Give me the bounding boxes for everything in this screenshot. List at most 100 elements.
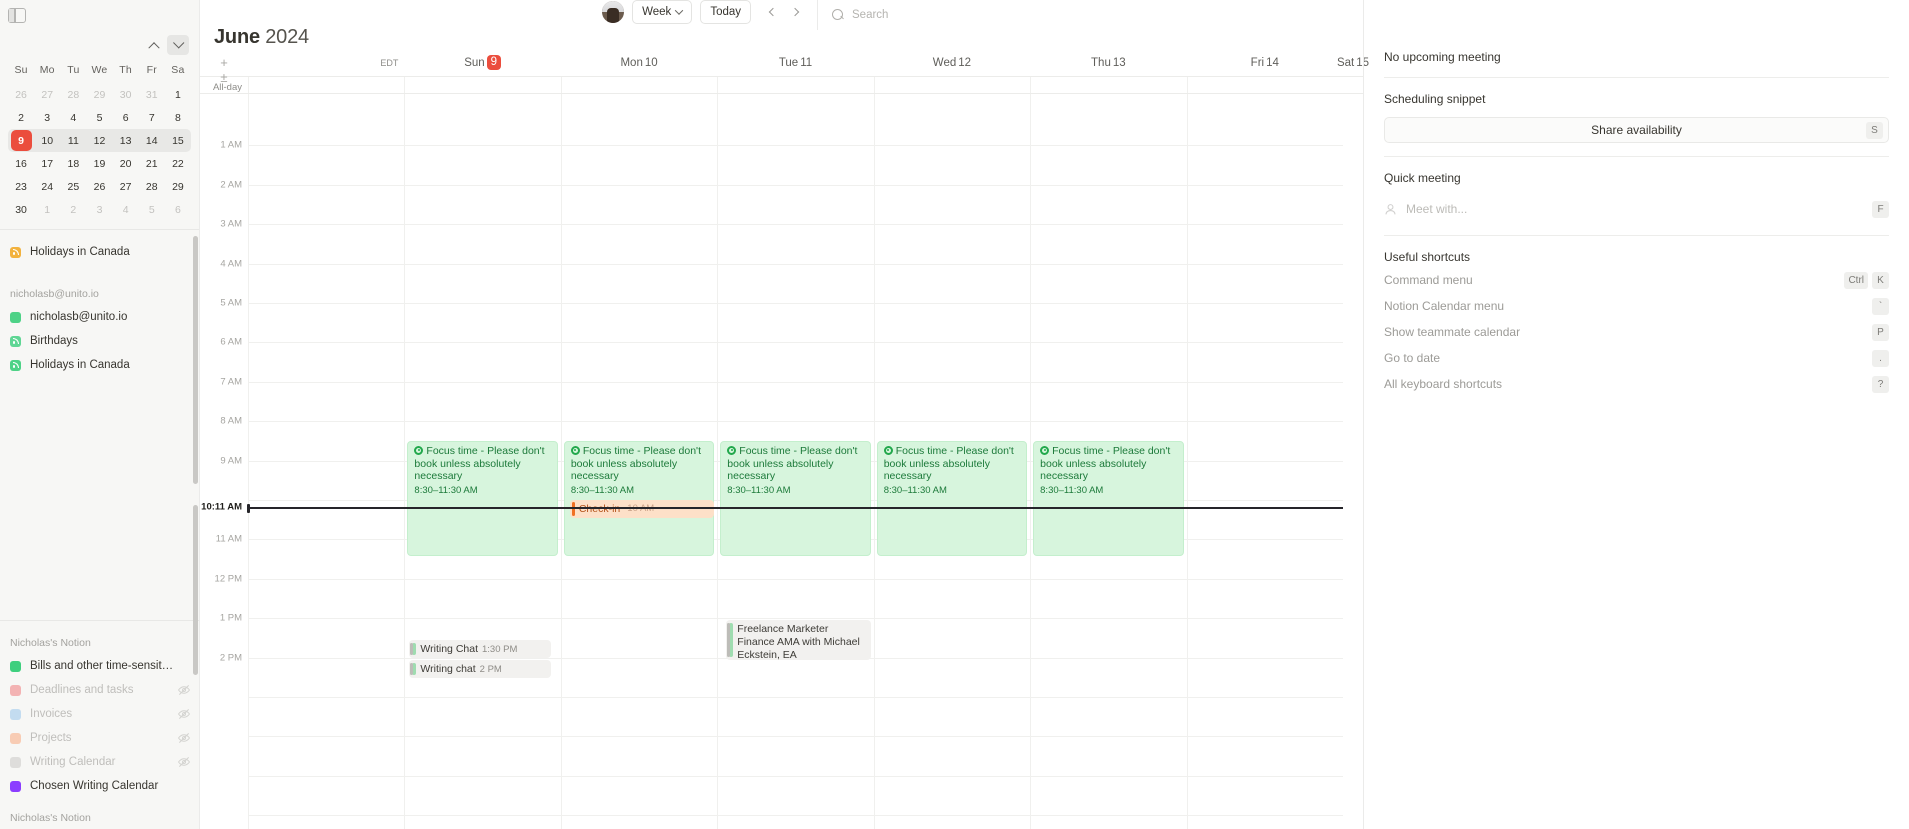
event-block[interactable]: Focus time - Please don't book unless ab… (407, 440, 558, 557)
add-calendar-button[interactable]: + (200, 55, 248, 70)
mini-cal-day-1[interactable]: 1 (34, 198, 60, 221)
shortcut-row-4[interactable]: All keyboard shortcuts? (1384, 374, 1889, 394)
mini-cal-day-29[interactable]: 29 (165, 175, 191, 198)
mini-cal-day-28[interactable]: 28 (139, 175, 165, 198)
mini-cal-day-14[interactable]: 14 (139, 129, 165, 152)
share-availability-button[interactable]: Share availability S (1384, 117, 1889, 143)
hidden-eye-icon[interactable] (177, 683, 191, 697)
day-column-sat[interactable] (1186, 94, 1343, 829)
mini-cal-day-10[interactable]: 10 (34, 129, 60, 152)
day-column-thu[interactable]: Focus time - Please don't book unless ab… (873, 94, 1031, 829)
view-selector-button[interactable]: Week (632, 0, 693, 24)
all-day-cell-5[interactable] (1030, 77, 1186, 93)
next-period-button[interactable] (785, 1, 805, 23)
mini-cal-day-6[interactable]: 6 (113, 106, 139, 129)
event-block[interactable]: Focus time - Please don't book unless ab… (1033, 440, 1184, 557)
mini-cal-day-30[interactable]: 30 (113, 83, 139, 106)
day-header-fri[interactable]: Fri 14 (1187, 57, 1343, 69)
sidebar-scrollbar-lower[interactable] (193, 505, 198, 675)
mini-cal-day-27[interactable]: 27 (34, 83, 60, 106)
mini-cal-day-5[interactable]: 5 (86, 106, 112, 129)
mini-cal-day-9[interactable]: 9 (10, 130, 32, 151)
calendar-item-account-1[interactable]: Birthdays (0, 329, 199, 353)
mini-cal-day-1[interactable]: 1 (165, 83, 191, 106)
sidebar-scrollbar-upper[interactable] (193, 236, 198, 484)
mini-cal-day-5[interactable]: 5 (139, 198, 165, 221)
mini-cal-day-26[interactable]: 26 (8, 83, 34, 106)
panel-toggle-icon[interactable] (8, 7, 26, 23)
calendar-item-notion-5[interactable]: Chosen Writing Calendar (0, 774, 199, 798)
mini-cal-day-26[interactable]: 26 (86, 175, 112, 198)
day-header-tue[interactable]: Tue 11 (717, 57, 873, 69)
calendar-item-holidays-top[interactable]: Holidays in Canada (0, 240, 199, 264)
mini-cal-day-4[interactable]: 4 (60, 106, 86, 129)
day-header-thu[interactable]: Thu 13 (1030, 57, 1186, 69)
hidden-eye-icon[interactable] (177, 731, 191, 745)
mini-cal-day-20[interactable]: 20 (113, 152, 139, 175)
event-block[interactable]: Writing Chat 1:30 PM (409, 639, 551, 658)
mini-cal-day-2[interactable]: 2 (60, 198, 86, 221)
meet-with-input[interactable]: Meet with... F (1384, 196, 1889, 222)
mini-cal-day-21[interactable]: 21 (139, 152, 165, 175)
mini-cal-day-15[interactable]: 15 (165, 129, 191, 152)
event-block[interactable]: Check-in 10 AM (569, 500, 715, 518)
mini-cal-day-23[interactable]: 23 (8, 175, 34, 198)
all-day-cell-3[interactable] (717, 77, 873, 93)
event-block[interactable]: Focus time - Please don't book unless ab… (876, 440, 1028, 557)
all-day-cell-0[interactable] (248, 77, 404, 93)
mini-cal-day-3[interactable]: 3 (34, 106, 60, 129)
calendar-item-notion-0[interactable]: Bills and other time-sensit… (0, 654, 199, 678)
day-header-sun[interactable]: Sun 9 (404, 55, 560, 70)
mini-cal-day-16[interactable]: 16 (8, 152, 34, 175)
search-input[interactable]: Search (852, 9, 888, 21)
calendar-item-account-2[interactable]: Holidays in Canada (0, 353, 199, 377)
mini-cal-day-30[interactable]: 30 (8, 198, 34, 221)
mini-cal-day-17[interactable]: 17 (34, 152, 60, 175)
hidden-eye-icon[interactable] (177, 755, 191, 769)
mini-cal-day-4[interactable]: 4 (113, 198, 139, 221)
mini-cal-day-6[interactable]: 6 (165, 198, 191, 221)
mini-cal-prev-button[interactable] (143, 35, 165, 55)
day-header-mon[interactable]: Mon 10 (561, 57, 717, 69)
event-block[interactable]: Focus time - Please don't book unless ab… (563, 440, 715, 557)
mini-cal-day-13[interactable]: 13 (113, 129, 139, 152)
mini-cal-day-28[interactable]: 28 (60, 83, 86, 106)
mini-cal-day-3[interactable]: 3 (86, 198, 112, 221)
search-bar[interactable]: Search (817, 0, 1363, 30)
all-day-cell-6[interactable] (1186, 77, 1343, 93)
mini-cal-day-27[interactable]: 27 (113, 175, 139, 198)
day-header-wed[interactable]: Wed 12 (874, 57, 1030, 69)
day-column-mon[interactable]: Focus time - Please don't book unless ab… (404, 94, 561, 829)
mini-cal-day-18[interactable]: 18 (60, 152, 86, 175)
shortcut-row-3[interactable]: Go to date. (1384, 348, 1889, 368)
mini-cal-day-22[interactable]: 22 (165, 152, 191, 175)
calendar-item-notion-3[interactable]: Projects (0, 726, 199, 750)
mini-cal-day-8[interactable]: 8 (165, 106, 191, 129)
day-column-fri[interactable]: Focus time - Please don't book unless ab… (1030, 94, 1187, 829)
day-column-sun[interactable] (248, 94, 405, 829)
shortcut-row-0[interactable]: Command menu Ctrl K (1384, 270, 1889, 290)
all-day-cell-2[interactable] (560, 77, 717, 93)
mini-cal-day-11[interactable]: 11 (60, 129, 86, 152)
all-day-cell-4[interactable] (873, 77, 1030, 93)
calendar-item-notion-2[interactable]: Invoices (0, 702, 199, 726)
calendar-item-notion-4[interactable]: Writing Calendar (0, 750, 199, 774)
calendar-scroll-region[interactable]: 1 AM 2 AM 3 AM 4 AM 5 AM 6 AM 7 AM 8 AM 9 AM 11 A… (200, 94, 1363, 829)
day-header-sat[interactable]: Sat 15 (1337, 57, 1369, 69)
event-block[interactable]: Writing chat 2 PM (409, 659, 551, 678)
mini-cal-next-button[interactable] (167, 35, 189, 55)
mini-cal-day-31[interactable]: 31 (139, 83, 165, 106)
day-column-tue[interactable]: Focus time - Please don't book unless ab… (560, 94, 718, 829)
mini-cal-day-19[interactable]: 19 (86, 152, 112, 175)
mini-cal-day-7[interactable]: 7 (139, 106, 165, 129)
previous-period-button[interactable] (763, 1, 783, 23)
mini-cal-day-29[interactable]: 29 (86, 83, 112, 106)
calendar-item-notion-1[interactable]: Deadlines and tasks (0, 678, 199, 702)
today-button[interactable]: Today (700, 0, 751, 24)
shortcut-row-1[interactable]: Notion Calendar menu ` (1384, 296, 1889, 316)
hidden-eye-icon[interactable] (177, 707, 191, 721)
mini-cal-day-2[interactable]: 2 (8, 106, 34, 129)
mini-cal-day-12[interactable]: 12 (86, 129, 112, 152)
mini-cal-day-25[interactable]: 25 (60, 175, 86, 198)
avatar[interactable] (602, 1, 625, 23)
